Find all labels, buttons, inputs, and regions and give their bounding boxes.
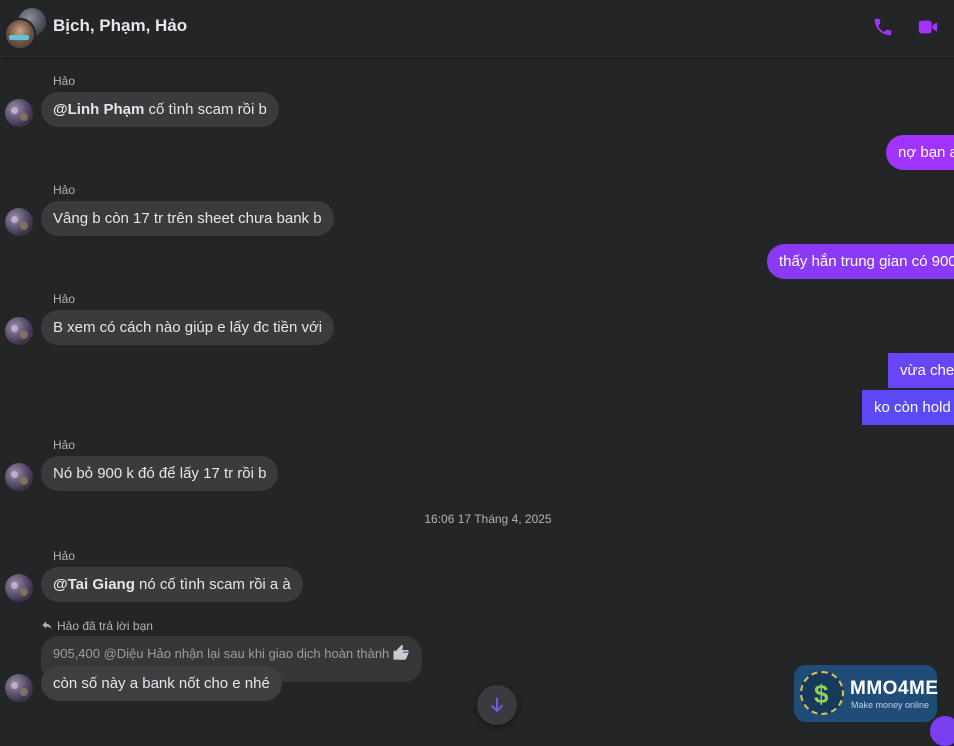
conversation-title[interactable]: Bịch, Phạm, Hảo — [53, 16, 187, 36]
phone-icon[interactable] — [872, 16, 894, 38]
incoming-message[interactable]: Nó bỏ 900 k đó để lấy 17 tr rồi b — [41, 456, 279, 491]
incoming-message[interactable]: Vâng b còn 17 tr trên sheet chưa bank b — [41, 201, 334, 236]
user-mention[interactable]: @Tai Giang — [53, 576, 135, 593]
member-avatar — [4, 18, 36, 50]
sender-avatar[interactable] — [5, 574, 33, 602]
reply-note-text: Hảo đã trả lời bạn — [57, 619, 153, 633]
arrow-down-icon — [491, 697, 503, 713]
chat-header: Bịch, Phạm, Hảo — [0, 0, 954, 57]
incoming-message[interactable]: B xem có cách nào giúp e lấy đc tiền với — [41, 310, 335, 345]
logo-name: MMO4ME — [850, 678, 939, 699]
outgoing-message[interactable]: nợ bạn a — [886, 135, 954, 170]
incoming-message[interactable]: @Tai Giang nó cố tình scam rồi a à — [41, 567, 303, 602]
reply-icon — [42, 621, 52, 629]
timestamp-divider: 16:06 17 Tháng 4, 2025 — [424, 512, 552, 526]
sender-name: Hảo — [53, 292, 76, 306]
message-text: Nó bỏ 900 k đó để lấy 17 tr rồi b — [53, 465, 267, 482]
sender-name: Hảo — [53, 183, 76, 197]
scroll-to-bottom-button[interactable] — [477, 685, 517, 725]
sender-avatar[interactable] — [5, 208, 33, 236]
message-text: cố tình scam rồi b — [144, 101, 267, 118]
logo-emblem: $ — [800, 671, 844, 715]
sender-avatar[interactable] — [5, 317, 33, 345]
group-avatar[interactable] — [4, 6, 48, 50]
chat-head-bubble[interactable] — [930, 716, 954, 746]
outgoing-message[interactable]: ko còn hold — [862, 390, 954, 425]
logo-symbol: $ — [814, 679, 829, 709]
message-text: Vâng b còn 17 tr trên sheet chưa bank b — [53, 210, 322, 227]
sender-avatar[interactable] — [5, 99, 33, 127]
message-text: B xem có cách nào giúp e lấy đc tiền với — [53, 319, 323, 336]
incoming-message[interactable]: còn số này a bank nốt cho e nhé — [41, 666, 282, 701]
sender-avatar[interactable] — [5, 674, 33, 702]
sender-name: Hảo — [53, 549, 76, 563]
sender-avatar[interactable] — [5, 463, 33, 491]
sender-name: Hảo — [53, 438, 76, 452]
logo-tagline: Make money online — [851, 700, 930, 710]
sender-name: Hảo — [53, 74, 76, 88]
user-mention[interactable]: @Linh Phạm — [53, 101, 144, 118]
message-text: còn số này a bank nốt cho e nhé — [53, 675, 270, 692]
message-text: nó cố tình scam rồi a à — [134, 576, 291, 593]
thumbs-up-icon — [393, 644, 409, 660]
reply-indicator: Hảo đã trả lời bạn — [41, 619, 153, 633]
watermark-logo: $ MMO4ME Make money online — [794, 665, 939, 722]
video-call-icon[interactable] — [917, 16, 939, 38]
outgoing-message[interactable]: vừa chec — [888, 353, 954, 388]
outgoing-message[interactable]: thấy hắn trung gian có 900 — [767, 244, 954, 279]
quoted-text: 905,400 @Diệu Hảo nhận lại sau khi giao … — [53, 646, 390, 661]
incoming-message[interactable]: @Linh Phạm cố tình scam rồi b — [41, 92, 279, 127]
